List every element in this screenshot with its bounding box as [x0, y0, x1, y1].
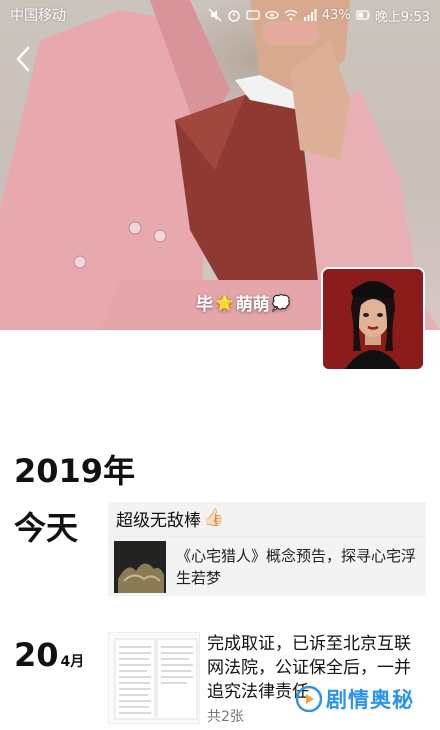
thumbs-up-emoji: 👍🏻 [203, 508, 225, 528]
date-day: 20 [14, 636, 59, 674]
mute-icon [208, 8, 222, 22]
status-icons: 43% 晚上9:53 [208, 6, 430, 25]
nickname-suffix: 萌萌 [235, 295, 270, 315]
link-title: 《心宅猎人》概念预告，探寻心宅浮生若梦 [176, 546, 417, 587]
avatar-illustration [323, 269, 423, 369]
eye-icon [265, 8, 279, 22]
star-emoji: 🌟 [215, 293, 234, 312]
document-preview [109, 633, 199, 723]
avatar[interactable] [321, 267, 425, 371]
back-button[interactable] [12, 44, 38, 74]
carrier-label: 中国移动 [10, 8, 66, 24]
cloud-emoji: 💭 [271, 293, 291, 312]
watermark-text: 剧情奥秘 [326, 688, 414, 712]
signal-icon [303, 8, 317, 22]
alarm-icon [227, 8, 241, 22]
status-bar: 中国移动 43% 晚上9:53 [0, 0, 440, 30]
timeline-post[interactable]: 超级无敌棒 👍🏻 《心宅猎人》概念预告，探寻心宅浮生若梦 [108, 502, 426, 596]
post-date: 20 4月 [14, 636, 84, 674]
post-text: 超级无敌棒 👍🏻 [108, 502, 426, 536]
clock-time: 晚上9:53 [374, 9, 430, 25]
hd-icon [246, 8, 260, 22]
wifi-icon [284, 8, 298, 22]
link-thumbnail [114, 540, 166, 593]
day-label: 今天 [14, 509, 79, 547]
post-text-content: 超级无敌棒 [116, 510, 201, 531]
image-count: 共2张 [207, 709, 244, 725]
profile-nickname: 毕 🌟 萌萌 💭 [196, 290, 291, 316]
shared-link-card[interactable]: 《心宅猎人》概念预告，探寻心宅浮生若梦 [108, 536, 426, 596]
chevron-left-icon [16, 46, 30, 72]
nickname-prefix: 毕 [196, 295, 213, 315]
image-thumbnail[interactable] [108, 632, 200, 724]
battery-percent: 43% [321, 7, 351, 23]
year-heading: 2019年 [14, 452, 136, 490]
play-logo-icon [296, 686, 322, 712]
watermark: 剧情奥秘 [296, 684, 414, 714]
date-month: 4月 [60, 654, 85, 670]
battery-icon [356, 8, 370, 22]
